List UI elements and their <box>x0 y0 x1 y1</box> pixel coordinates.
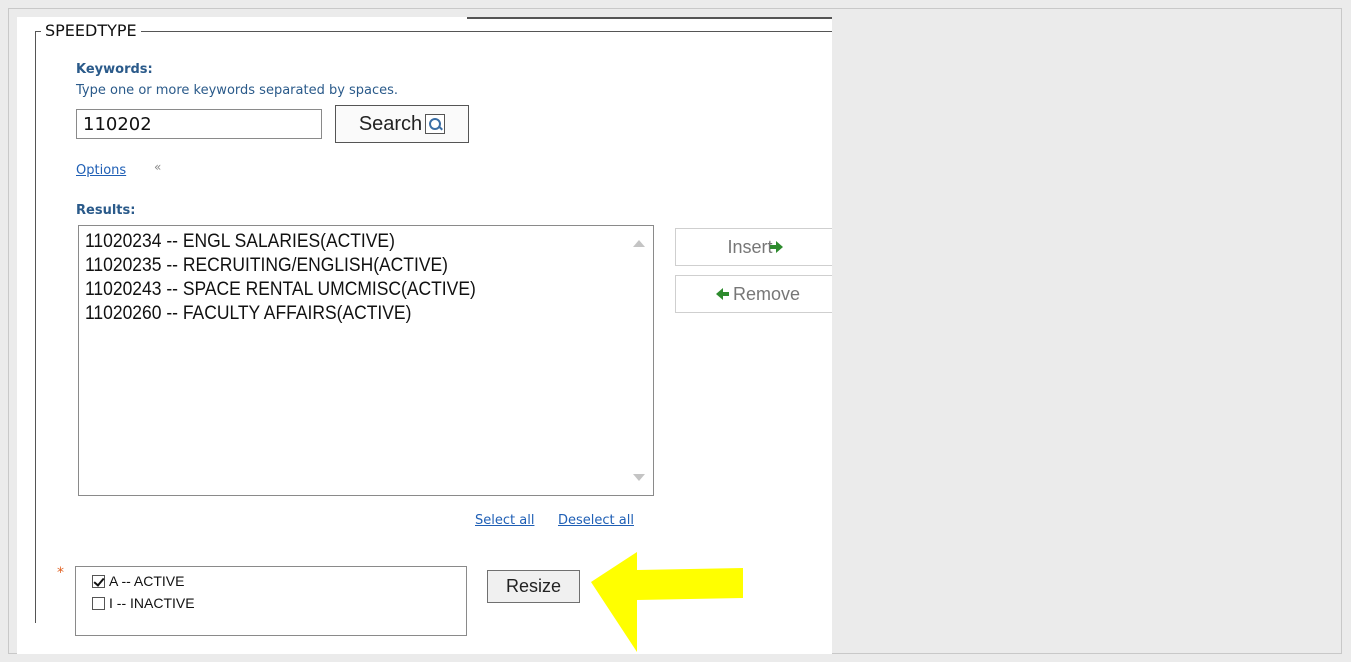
search-button[interactable]: Search <box>335 105 469 143</box>
checkbox-unchecked[interactable] <box>92 596 105 610</box>
status-option-active[interactable]: A -- ACTIVE <box>92 573 184 589</box>
list-item[interactable]: 11020260 -- FACULTY AFFAIRS(ACTIVE) <box>85 302 476 326</box>
checkbox-checked[interactable] <box>92 574 105 588</box>
speedtype-panel: SPEEDTYPE Keywords: Type one or more key… <box>17 17 832 654</box>
keywords-input[interactable] <box>76 109 322 139</box>
status-option-inactive[interactable]: I -- INACTIVE <box>92 595 195 611</box>
keywords-hint: Type one or more keywords separated by s… <box>76 83 399 98</box>
deselect-all-link[interactable]: Deselect all <box>558 513 634 528</box>
scroll-down-arrow-icon[interactable] <box>633 474 645 481</box>
insert-button[interactable]: Insert <box>675 228 832 266</box>
yellow-arrow-annotation-icon <box>591 552 743 652</box>
list-item[interactable]: 11020234 -- ENGL SALARIES(ACTIVE) <box>85 230 476 254</box>
status-checklist[interactable]: A -- ACTIVE I -- INACTIVE <box>75 566 467 636</box>
list-item[interactable]: 11020243 -- SPACE RENTAL UMCMISC(ACTIVE) <box>85 278 476 302</box>
status-option-label: A -- ACTIVE <box>109 573 185 589</box>
chevron-down-icon[interactable]: « <box>154 160 161 174</box>
search-button-label: Search <box>358 112 423 135</box>
resize-button[interactable]: Resize <box>487 570 580 603</box>
results-listbox[interactable]: 11020234 -- ENGL SALARIES(ACTIVE) 110202… <box>78 225 654 496</box>
status-option-label: I -- INACTIVE <box>109 595 195 611</box>
required-marker: * <box>57 565 64 581</box>
insert-button-label: Insert <box>727 236 773 257</box>
remove-button-label: Remove <box>732 283 801 304</box>
list-item[interactable]: 11020235 -- RECRUITING/ENGLISH(ACTIVE) <box>85 254 476 278</box>
resize-button-label: Resize <box>505 576 562 596</box>
arrow-right-icon <box>769 241 783 253</box>
magnifier-icon <box>425 114 446 134</box>
results-list: 11020234 -- ENGL SALARIES(ACTIVE) 110202… <box>85 230 510 326</box>
select-all-link[interactable]: Select all <box>475 513 534 528</box>
speedtype-legend: SPEEDTYPE <box>41 21 141 40</box>
arrow-left-icon <box>715 288 729 300</box>
scroll-up-arrow-icon[interactable] <box>633 240 645 247</box>
keywords-label: Keywords: <box>76 62 153 77</box>
top-divider <box>467 17 832 19</box>
results-label: Results: <box>76 203 136 218</box>
remove-button[interactable]: Remove <box>675 275 832 313</box>
options-link[interactable]: Options <box>76 163 126 178</box>
